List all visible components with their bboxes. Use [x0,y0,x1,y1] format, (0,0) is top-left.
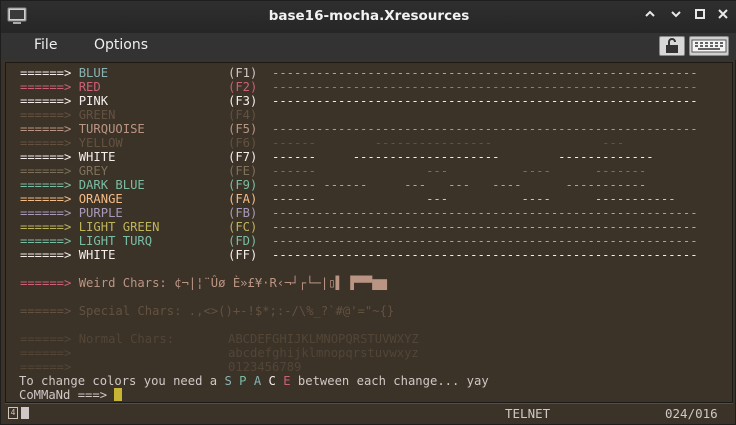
color-row: ======> WHITE (F7) ------ ----------------… [20,150,654,164]
chevron-down-icon [671,11,681,18]
shade-button[interactable] [667,8,685,26]
color-row: ======> ORANGE (FA) ------ --- ---- ------… [20,192,676,206]
menu-file[interactable]: File [34,37,57,53]
secure-keyboard-button[interactable] [659,36,685,56]
connection-mode: TELNET [505,406,551,421]
title-bar: base16-mocha.Xresources [1,1,736,33]
terminal-window: base16-mocha.Xresources File Options ===… [0,0,736,425]
instruction-line: To change colors you need a S P A C E be… [19,374,489,388]
status-bar: 4 TELNET 024/016 [5,403,733,422]
color-row: ======> YELLOW (F6) ------ ---------------… [20,136,625,150]
text-cursor [114,388,123,401]
toolbar [659,36,729,56]
color-row: ======> GREEN (F4) [20,108,258,122]
keyboard-icon [691,39,727,53]
cursor-position: 024/016 [665,406,718,421]
color-row: ======> DARK BLUE (F9) ------ ------ --- -… [20,178,647,192]
normal-chars-row: ======> abcdefghijklmnopqrstuvwxyz [20,346,419,360]
terminal-screen[interactable]: ======> BLUE (F1) ------------------------… [5,62,733,403]
close-button[interactable] [714,8,732,26]
color-row: ======> WHITE (FF) -----------------------… [20,248,698,262]
close-icon [718,9,728,19]
maximize-button[interactable] [691,8,709,26]
status-indicator-icon [21,407,29,419]
color-row: ======> LIGHT GREEN (FC) -----------------… [20,220,698,234]
command-prompt[interactable]: CoMMaNd ===> [19,388,123,402]
color-row: ======> TURQUOISE (F5) -------------------… [20,122,698,136]
menu-options[interactable]: Options [94,37,148,53]
color-row: ======> GREY (FE) ------ --- ---- ------- [20,164,647,178]
virtual-keyboard-button[interactable] [689,36,729,56]
color-row: ======> BLUE (F1) ------------------------… [20,66,698,80]
color-row: ======> LIGHT TURQ (FD) ------------------… [20,234,698,248]
menu-bar: File Options [1,33,736,60]
maximize-icon [695,9,705,19]
weird-chars-row: ======> Weird Chars: ¢¬|¦¨Ûø È»£¥·R‹¬┘┌└… [20,276,387,290]
color-row: ======> PINK (F3) ------------------------… [20,94,698,108]
color-row: ======> RED (F2) -------------------------… [20,80,698,94]
minimize-button[interactable] [641,8,659,26]
normal-chars-row: ======> 0123456789 [20,360,302,374]
chevron-up-icon [645,10,655,17]
session-icon: 4 [8,407,18,419]
normal-chars-row: ======> Normal Chars: ABCDEFGHIJKLMNOPQRS… [20,332,419,346]
window-title: base16-mocha.Xresources [268,8,470,24]
color-row: ======> PURPLE (FB) ----------------------… [20,206,698,220]
lock-icon [666,38,678,53]
special-chars-row: ======> Special Chars: .,<>()+-!$*;:-/\%… [20,304,395,318]
